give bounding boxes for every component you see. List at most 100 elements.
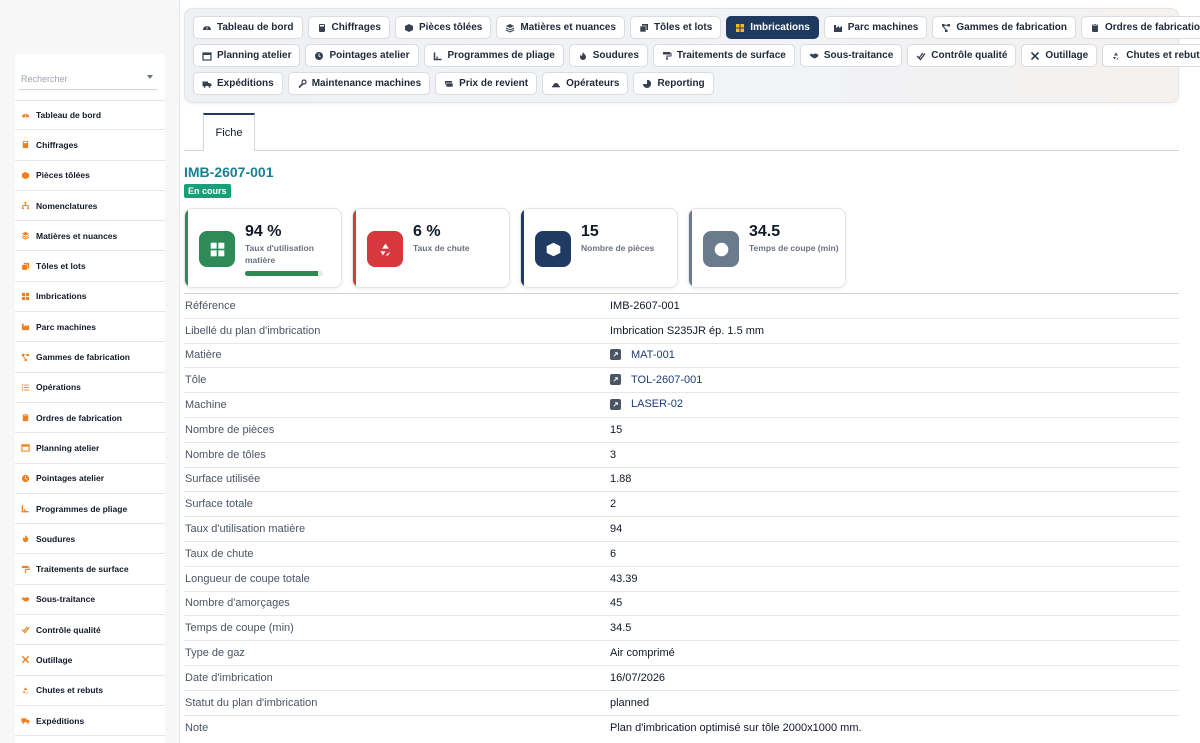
sidebar-item-traitements-de-surface[interactable]: Traitements de surface [15, 554, 165, 585]
factory-icon [833, 23, 843, 33]
sidebar-item-controle-qualite[interactable]: Contrôle qualité [15, 615, 165, 646]
sidebar-item-imbrications[interactable]: Imbrications [15, 282, 165, 313]
record-link-matiere[interactable]: MAT-001 [610, 349, 675, 361]
field-value: 45 [610, 590, 1179, 616]
sidebar-item-matieres-et-nuances[interactable]: Matières et nuances [15, 221, 165, 252]
sidebar-item-outillage[interactable]: Outillage [15, 645, 165, 676]
tab-maintenance-machines[interactable]: Maintenance machines [287, 72, 431, 95]
tab-chutes-et-rebuts[interactable]: Chutes et rebuts [1102, 44, 1200, 67]
kpi-label: Nombre de pièces [581, 243, 655, 253]
table-row: Longueur de coupe totale 43.39 [184, 565, 1179, 592]
tab-toles-et-lots[interactable]: Tôles et lots [629, 16, 722, 39]
field-label: Date d'imbrication [184, 664, 610, 691]
sidebar-item-label: Expéditions [36, 715, 85, 726]
tab-controle-qualite[interactable]: Contrôle qualité [907, 44, 1017, 67]
tab-chiffrages[interactable]: Chiffrages [307, 16, 390, 39]
sidebar-item-pointages-atelier[interactable]: Pointages atelier [15, 464, 165, 494]
sidebar-item-pieces-tolees[interactable]: Pièces tôlées [15, 161, 165, 191]
calendar-icon [202, 51, 212, 61]
tab-tableau-de-bord[interactable]: Tableau de bord [193, 16, 303, 39]
sidebar-item-label: Parc machines [36, 321, 97, 332]
field-label: Matière [184, 342, 610, 368]
field-value: 15 [610, 416, 1179, 443]
sidebar-item-label: Pièces tôlées [36, 170, 90, 181]
sidebar-item-operations[interactable]: Opérations [15, 373, 165, 403]
tab-label: Planning atelier [217, 50, 292, 61]
sidebar-item-programmes-de-pliage[interactable]: Programmes de pliage [15, 494, 165, 525]
hierarchy-icon [21, 201, 30, 210]
factory-icon [21, 322, 30, 331]
recycle-icon [1111, 51, 1121, 61]
sidebar-item-nomenclatures[interactable]: Nomenclatures [15, 191, 165, 222]
field-value-cell: TOL-2607-001 [610, 367, 1179, 393]
tab-sous-traitance[interactable]: Sous-traitance [799, 44, 903, 67]
clock-icon [21, 474, 30, 483]
sidebar-item-label: Tôles et lots [36, 261, 86, 272]
chevron-down-icon [147, 75, 153, 79]
search-select[interactable]: Rechercher [19, 68, 157, 90]
sidebar-item-ordres-de-fabrication[interactable]: Ordres de fabrication [15, 403, 165, 434]
kpi-accent-bar [689, 209, 692, 287]
field-label: Surface totale [184, 491, 610, 517]
field-label: Nombre d'amorçages [184, 590, 610, 616]
sidebar-item-gammes-de-fabrication[interactable]: Gammes de fabrication [15, 342, 165, 373]
tab-reporting[interactable]: Reporting [633, 72, 714, 95]
tab-matieres-et-nuances[interactable]: Matières et nuances [496, 16, 625, 39]
table-row: Taux d'utilisation matière 94 [184, 516, 1179, 542]
kpi-label: Taux de chute [413, 243, 470, 253]
tab-planning-atelier[interactable]: Planning atelier [193, 44, 301, 67]
sidebar-item-label: Tableau de bord [36, 110, 102, 121]
tab-parc-machines[interactable]: Parc machines [823, 16, 928, 39]
tab-soudures[interactable]: Soudures [568, 44, 648, 67]
record-link-tole[interactable]: TOL-2607-001 [610, 374, 702, 386]
tab-pointages-atelier[interactable]: Pointages atelier [305, 44, 419, 67]
sidebar-item-parc-machines[interactable]: Parc machines [15, 312, 165, 343]
table-row: Nombre de pièces 15 [184, 416, 1179, 443]
sidebar-item-planning-atelier[interactable]: Planning atelier [15, 433, 165, 464]
record-link-machine[interactable]: LASER-02 [610, 398, 683, 410]
tab-ordres-de-fabrication[interactable]: Ordres de fabrication [1080, 16, 1200, 39]
flow-icon [21, 353, 30, 362]
field-value: 94 [610, 516, 1179, 542]
table-row: Temps de coupe (min) 34.5 [184, 615, 1179, 641]
tab-imbrications[interactable]: Imbrications [726, 16, 819, 39]
sidebar: Rechercher Tableau de bord Chiffrages Pièc… [0, 0, 180, 743]
sidebar-item-label: Opérations [36, 382, 81, 393]
tab-gammes-de-fabrication[interactable]: Gammes de fabrication [932, 16, 1076, 39]
field-label: Type de gaz [184, 640, 610, 666]
field-value: 43.39 [610, 565, 1179, 592]
sidebar-item-chiffrages[interactable]: Chiffrages [15, 130, 165, 161]
kpi-label: Taux d'utilisation matière [245, 243, 314, 265]
sidebar-item-expeditions[interactable]: Expéditions [15, 706, 165, 737]
tab-outillage[interactable]: Outillage [1021, 44, 1098, 67]
dashboard-icon [21, 111, 30, 120]
tab-operateurs[interactable]: Opérateurs [542, 72, 629, 95]
field-label: Libellé du plan d'imbrication [184, 317, 610, 344]
grid-icon [199, 231, 235, 267]
sidebar-item-toles-et-lots[interactable]: Tôles et lots [15, 251, 165, 282]
field-label: Note [184, 714, 610, 740]
field-label: Référence [184, 293, 610, 319]
tab-pieces-tolees[interactable]: Pièces tôlées [394, 16, 492, 39]
sidebar-item-tableau-de-bord[interactable]: Tableau de bord [15, 100, 165, 131]
tab-fiche[interactable]: Fiche [203, 113, 255, 151]
sidebar-item-chutes-et-rebuts[interactable]: Chutes et rebuts [15, 676, 165, 706]
truck-icon [21, 716, 30, 725]
fold-icon [21, 504, 30, 513]
clipboard-icon [1090, 23, 1100, 33]
sidebar-item-label: Chiffrages [36, 139, 79, 150]
kpi-value: 6 % [413, 223, 441, 240]
sidebar-item-soudures[interactable]: Soudures [15, 524, 165, 555]
field-value: 2 [610, 491, 1179, 517]
status-badge: En cours [184, 184, 231, 198]
calculator-icon [21, 140, 30, 149]
kpi-card-temps-de-coupe-min: 34.5 Temps de coupe (min) [688, 208, 846, 288]
tab-traitements-de-surface[interactable]: Traitements de surface [652, 44, 795, 67]
tab-prix-de-revient[interactable]: Prix de revient [435, 72, 538, 95]
tab-programmes-de-pliage[interactable]: Programmes de pliage [423, 44, 564, 67]
clipboard-icon [21, 413, 30, 422]
sidebar-item-sous-traitance[interactable]: Sous-traitance [15, 585, 165, 616]
sidebar-item-label: Gammes de fabrication [36, 352, 131, 363]
tab-label: Pointages atelier [329, 50, 410, 61]
tab-expeditions[interactable]: Expéditions [193, 72, 283, 95]
